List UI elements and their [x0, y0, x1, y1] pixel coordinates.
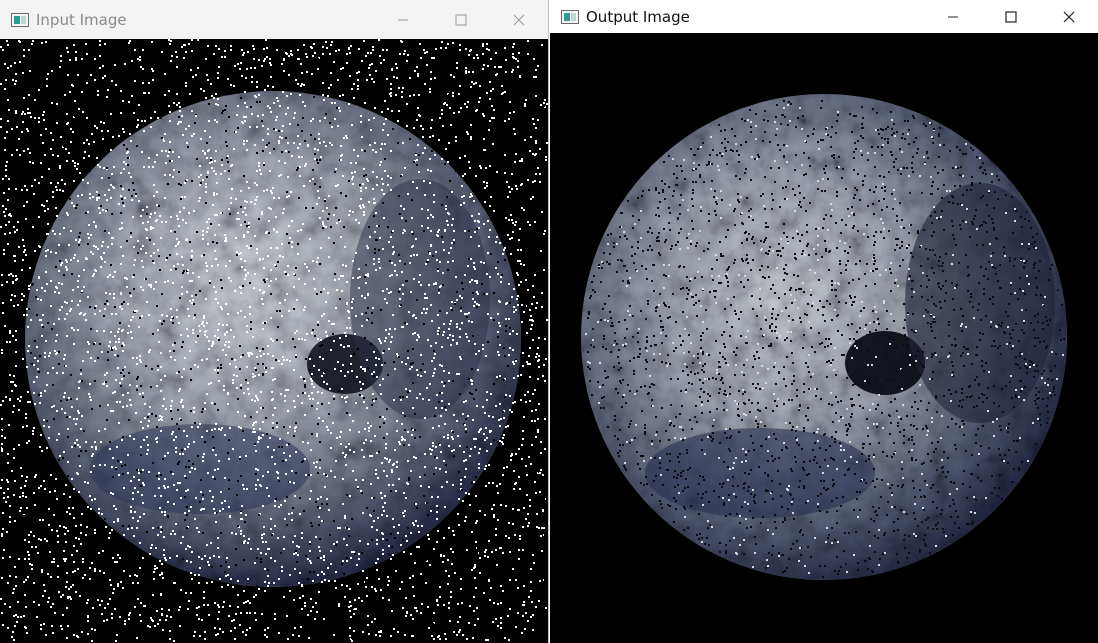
maximize-icon[interactable]: [982, 0, 1040, 33]
minimize-icon[interactable]: [374, 0, 432, 39]
window-controls: [924, 0, 1098, 33]
app-icon: [11, 12, 29, 27]
maximize-icon[interactable]: [432, 0, 490, 39]
filtered-earth-image: [550, 33, 1098, 643]
window-title: Input Image: [36, 10, 127, 29]
window-controls: [374, 0, 548, 39]
output-image-canvas: [550, 33, 1098, 643]
noisy-earth-image: [0, 39, 548, 643]
close-icon[interactable]: [490, 0, 548, 39]
app-icon: [561, 9, 579, 24]
close-icon[interactable]: [1040, 0, 1098, 33]
output-window-titlebar[interactable]: Output Image: [550, 0, 1098, 33]
input-image-canvas: [0, 39, 548, 643]
input-window-titlebar[interactable]: Input Image: [0, 0, 548, 39]
input-image-window[interactable]: Input Image: [0, 0, 549, 643]
minimize-icon[interactable]: [924, 0, 982, 33]
output-image-window[interactable]: Output Image: [550, 0, 1098, 643]
window-title: Output Image: [586, 7, 690, 26]
